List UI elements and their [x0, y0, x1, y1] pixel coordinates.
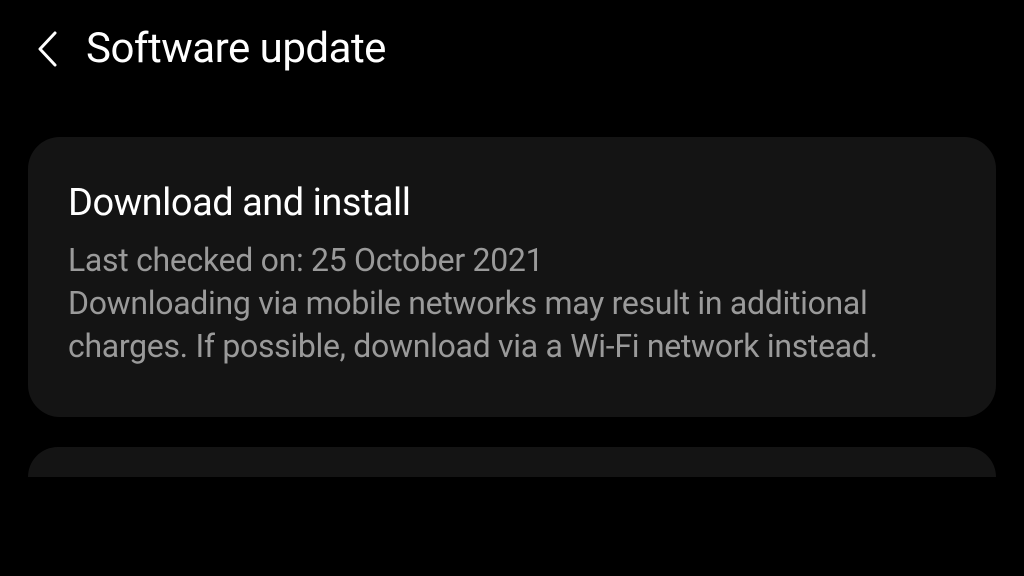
back-icon[interactable]: [36, 30, 58, 68]
last-checked-text: Last checked on: 25 October 2021: [68, 241, 543, 279]
download-install-card[interactable]: Download and install Last checked on: 25…: [28, 137, 996, 417]
card-description: Downloading via mobile networks may resu…: [68, 284, 878, 365]
next-card-peek[interactable]: [28, 447, 996, 477]
card-title: Download and install: [68, 181, 956, 225]
page-title: Software update: [86, 24, 386, 73]
content: Download and install Last checked on: 25…: [0, 97, 1024, 477]
header: Software update: [0, 0, 1024, 97]
card-subtitle: Last checked on: 25 October 2021 Downloa…: [68, 239, 956, 369]
